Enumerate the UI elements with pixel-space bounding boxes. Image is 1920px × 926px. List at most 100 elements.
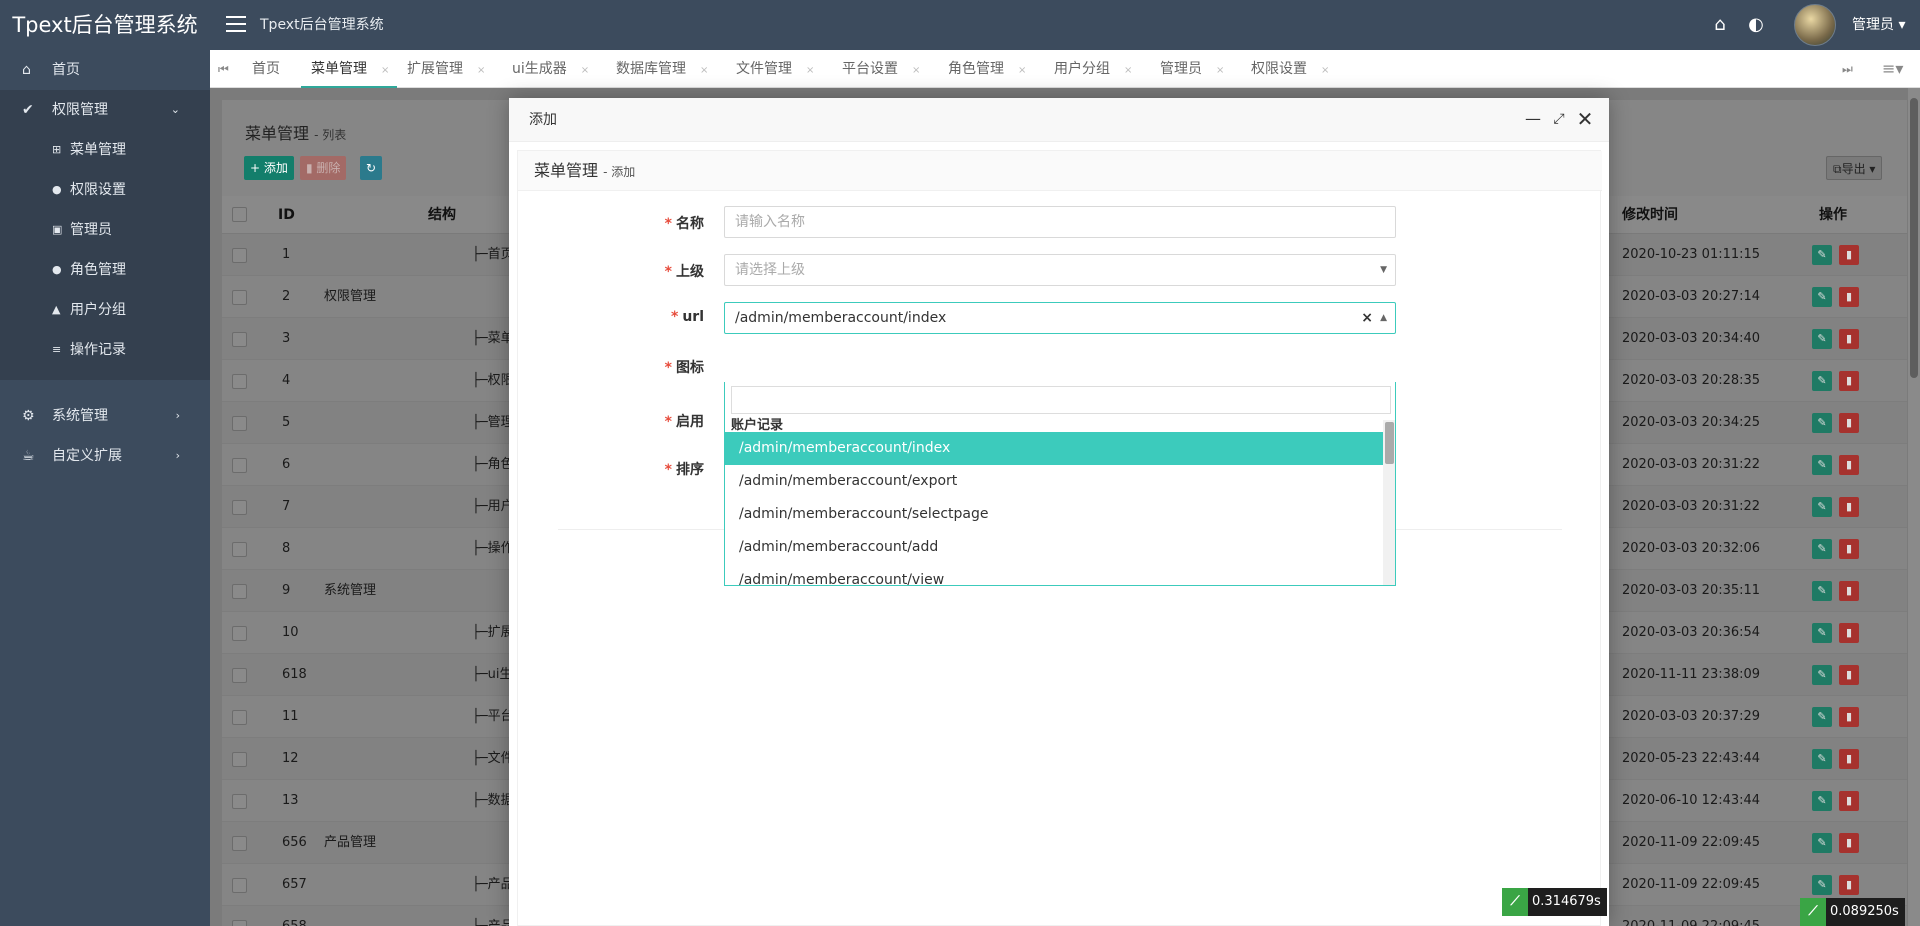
trash-icon[interactable]: ▮ [1839,539,1859,559]
edit-icon[interactable]: ✎ [1812,371,1832,391]
tab-extension-manage[interactable]: 扩展管理 × [407,50,485,88]
tab-permission-settings[interactable]: 权限设置 × [1251,50,1329,88]
row-checkbox[interactable] [232,878,247,893]
edit-icon[interactable]: ✎ [1812,707,1832,727]
trash-icon[interactable]: ▮ [1839,749,1859,769]
row-checkbox[interactable] [232,668,247,683]
row-checkbox[interactable] [232,290,247,305]
edit-icon[interactable]: ✎ [1812,539,1832,559]
avatar[interactable] [1794,4,1836,46]
sidebar-item-user-groups[interactable]: ▲ 用户分组 [0,290,210,330]
maximize-icon[interactable]: ⤢ [1550,110,1568,128]
tab-platform-settings[interactable]: 平台设置 × [842,50,920,88]
caret-up-icon[interactable]: ▲ [1380,303,1387,333]
tab-admins[interactable]: 管理员 × [1160,50,1224,88]
edit-icon[interactable]: ✎ [1812,413,1832,433]
edit-icon[interactable]: ✎ [1812,749,1832,769]
row-checkbox[interactable] [232,794,247,809]
edit-icon[interactable]: ✎ [1812,329,1832,349]
tab-scroll-first-icon[interactable]: ⏮ [218,50,229,88]
sidebar-item-menu-manage[interactable]: ⊞ 菜单管理 [0,130,210,170]
name-field[interactable]: 请输入名称 [724,206,1396,238]
tab-ui-generator[interactable]: ui生成器 × [512,50,589,88]
url-select[interactable]: /admin/memberaccount/index × ▲ [724,302,1396,334]
edit-icon[interactable]: ✎ [1812,665,1832,685]
close-icon[interactable]: ✕ [1576,109,1594,129]
refresh-button[interactable]: ↻ [360,156,383,180]
edit-icon[interactable]: ✎ [1812,623,1832,643]
brand-logo[interactable]: Tpext后台管理系统 [0,0,210,50]
edit-icon[interactable]: ✎ [1812,455,1832,475]
row-checkbox[interactable] [232,374,247,389]
tab-close-icon[interactable]: × [1216,65,1224,76]
trash-icon[interactable]: ▮ [1839,245,1859,265]
trash-icon[interactable]: ▮ [1839,707,1859,727]
dropdown-option[interactable]: /admin/memberaccount/export [725,465,1383,498]
row-checkbox[interactable] [232,752,247,767]
dropdown-option[interactable]: /admin/memberaccount/view [725,564,1383,585]
row-checkbox[interactable] [232,416,247,431]
trash-icon[interactable]: ▮ [1839,455,1859,475]
tab-user-groups[interactable]: 用户分组 × [1054,50,1132,88]
row-checkbox[interactable] [232,584,247,599]
tab-close-icon[interactable]: × [581,65,589,76]
clear-icon[interactable]: × [1361,303,1373,333]
trash-icon[interactable]: ▮ [1839,413,1859,433]
trash-icon[interactable]: ▮ [1839,581,1859,601]
sidebar-item-operation-log[interactable]: ≡ 操作记录 [0,330,210,370]
sidebar-item-system[interactable]: ⚙ 系统管理 › [0,396,210,436]
export-button[interactable]: ⧉导出 ▾ [1826,156,1883,180]
add-button[interactable]: + 添加 [244,156,294,180]
edit-icon[interactable]: ✎ [1812,287,1832,307]
minimize-icon[interactable]: — [1524,110,1542,128]
select-all-checkbox[interactable] [232,207,247,222]
tab-database-manage[interactable]: 数据库管理 × [616,50,708,88]
trash-icon[interactable]: ▮ [1839,875,1859,895]
tab-role-manage[interactable]: 角色管理 × [948,50,1026,88]
tab-home[interactable]: 首页 [252,50,280,88]
row-checkbox[interactable] [232,248,247,263]
row-checkbox[interactable] [232,626,247,641]
delete-button[interactable]: ▮ 删除 [300,156,347,180]
trash-icon[interactable]: ▮ [1839,833,1859,853]
menu-toggle-icon[interactable] [226,16,246,34]
sidebar-item-custom-extensions[interactable]: ☕ 自定义扩展 › [0,436,210,476]
tab-close-icon[interactable]: × [912,65,920,76]
edit-icon[interactable]: ✎ [1812,875,1832,895]
tab-scroll-last-icon[interactable]: ⏭ [1842,50,1853,88]
trash-icon[interactable]: ▮ [1839,623,1859,643]
dropdown-option[interactable]: /admin/memberaccount/selectpage [725,498,1383,531]
tab-close-icon[interactable]: × [1018,65,1026,76]
row-checkbox[interactable] [232,332,247,347]
dropdown-scrollbar[interactable] [1383,420,1395,585]
debug-timer[interactable]: ⟋ 0.314679s [1502,888,1607,916]
row-checkbox[interactable] [232,500,247,515]
edit-icon[interactable]: ✎ [1812,497,1832,517]
edit-icon[interactable]: ✎ [1812,581,1832,601]
row-checkbox[interactable] [232,836,247,851]
tab-menu-manage[interactable]: 菜单管理 × [301,50,397,88]
row-checkbox[interactable] [232,542,247,557]
trash-icon[interactable]: ▮ [1839,665,1859,685]
sidebar-item-permission-settings[interactable]: ● 权限设置 [0,170,210,210]
tab-close-icon[interactable]: × [1124,65,1132,76]
dropdown-option[interactable]: /admin/memberaccount/index [725,432,1383,465]
page-scrollbar[interactable] [1908,88,1920,926]
sidebar-item-permissions[interactable]: ✔ 权限管理 ⌄ [0,90,210,130]
home-icon[interactable]: ⌂ [1708,13,1732,37]
sidebar-item-home[interactable]: ⌂ 首页 [0,50,210,90]
tab-file-manage[interactable]: 文件管理 × [736,50,814,88]
dropdown-option[interactable]: /admin/memberaccount/add [725,531,1383,564]
dropdown-search-input[interactable] [731,386,1391,414]
edit-icon[interactable]: ✎ [1812,245,1832,265]
edit-icon[interactable]: ✎ [1812,833,1832,853]
row-checkbox[interactable] [232,458,247,473]
edit-icon[interactable]: ✎ [1812,791,1832,811]
row-checkbox[interactable] [232,920,247,926]
tab-close-icon[interactable]: × [477,65,485,76]
sidebar-item-roles[interactable]: ● 角色管理 [0,250,210,290]
tab-close-icon[interactable]: × [700,65,708,76]
tab-close-icon[interactable]: × [806,65,814,76]
trash-icon[interactable]: ▮ [1839,791,1859,811]
trash-icon[interactable]: ▮ [1839,497,1859,517]
